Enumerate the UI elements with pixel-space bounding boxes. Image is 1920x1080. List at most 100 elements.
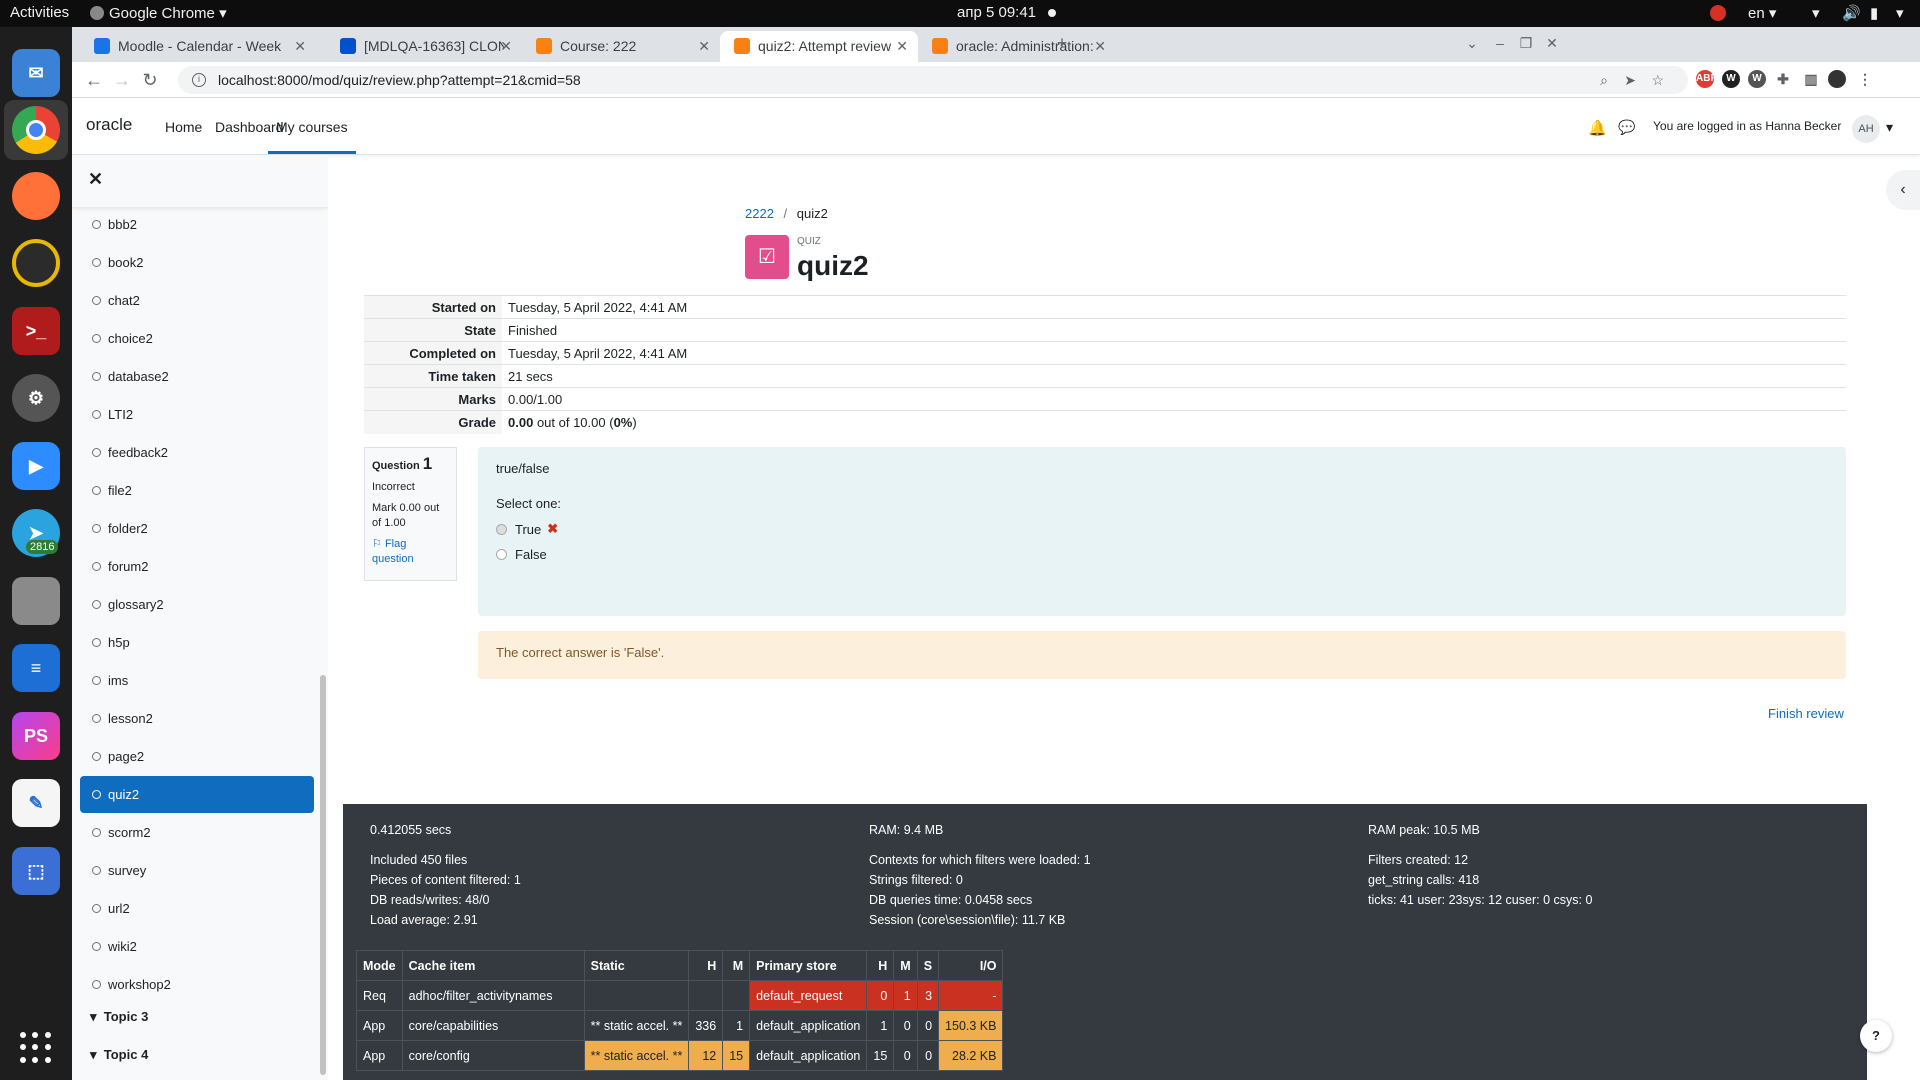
flag-question-link[interactable]: ⚐ Flag question — [372, 537, 449, 567]
close-tab-icon[interactable]: ✕ — [1094, 38, 1106, 55]
browser-tab-active[interactable]: quiz2: Attempt review ✕ — [720, 31, 918, 62]
language-selector[interactable]: en ▾ — [1748, 4, 1776, 22]
battery-icon[interactable]: ▮ — [1870, 4, 1878, 22]
show-applications-icon[interactable] — [20, 1032, 52, 1064]
reload-icon[interactable]: ↻ — [138, 68, 162, 92]
course-index-item-database2[interactable]: database2 — [80, 358, 314, 395]
terminal-icon[interactable]: >_ — [12, 307, 60, 355]
course-index-item-lti2[interactable]: LTI2 — [80, 396, 314, 433]
radio-true[interactable] — [496, 523, 507, 535]
nav-my-courses[interactable]: My courses — [268, 119, 356, 154]
send-icon[interactable]: ➤ — [1624, 66, 1636, 94]
course-index-item-ims[interactable]: ims — [80, 662, 314, 699]
site-info-icon[interactable]: i — [192, 73, 206, 87]
bookmark-star-icon[interactable]: ☆ — [1651, 66, 1664, 94]
perf-stat: 0.412055 secs — [370, 823, 452, 837]
course-index-item-quiz2[interactable]: quiz2 — [80, 776, 314, 813]
phpstorm-icon[interactable]: PS — [12, 712, 60, 760]
close-drawer-icon[interactable]: ✕ — [88, 169, 103, 190]
course-index-item-scorm2[interactable]: scorm2 — [80, 814, 314, 851]
course-index-item-forum2[interactable]: forum2 — [80, 548, 314, 585]
zoom-icon[interactable]: ▶ — [12, 442, 60, 490]
forward-icon[interactable]: → — [110, 68, 134, 92]
wordpress-icon[interactable]: W — [1748, 70, 1766, 88]
maximize-icon[interactable]: ❐ — [1514, 31, 1538, 55]
summary-label: Grade — [364, 410, 502, 434]
close-tab-icon[interactable]: ✕ — [896, 38, 908, 55]
extension-w-icon[interactable]: W — [1722, 70, 1740, 88]
performance-info-footer: 0.412055 secs Included 450 files Pieces of… — [343, 804, 1867, 1080]
course-index-item-url2[interactable]: url2 — [80, 890, 314, 927]
course-index-item-survey[interactable]: survey — [80, 852, 314, 889]
back-icon[interactable]: ← — [82, 68, 106, 92]
browser-tab[interactable]: Course: 222 ✕ — [522, 31, 720, 62]
course-index-item-folder2[interactable]: folder2 — [80, 510, 314, 547]
chrome-indicator-icon[interactable] — [1710, 5, 1726, 21]
course-index-item-lesson2[interactable]: lesson2 — [80, 700, 314, 737]
zoom-lens-icon[interactable]: ⌕ — [1600, 66, 1608, 94]
settings-icon[interactable]: ⚙ — [12, 374, 60, 422]
messages-icon[interactable]: 💬 — [1618, 119, 1635, 136]
rhythmbox-icon[interactable] — [12, 239, 60, 287]
notifications-bell-icon[interactable]: 🔔 — [1588, 119, 1607, 137]
help-button[interactable]: ? — [1860, 1020, 1892, 1052]
course-index-item-feedback2[interactable]: feedback2 — [80, 434, 314, 471]
close-tab-icon[interactable]: ✕ — [294, 38, 306, 55]
clock[interactable]: апр 5 09:41 — [957, 4, 1036, 21]
section-topic-3[interactable]: ▾ Topic 3 — [90, 1009, 148, 1025]
cache-table-cell — [722, 980, 751, 1011]
app-menu[interactable]: Google Chrome ▾ — [90, 4, 227, 22]
chrome-dock-item[interactable] — [4, 100, 68, 160]
volume-icon[interactable]: 🔊 — [1842, 4, 1861, 22]
site-name[interactable]: oracle — [86, 115, 132, 135]
completion-circle-icon — [92, 676, 101, 685]
wifi-icon[interactable]: ▾ — [1812, 4, 1820, 22]
adblock-icon[interactable]: ABP — [1696, 70, 1717, 88]
mail-icon[interactable]: ✉ — [12, 49, 60, 97]
browser-menu-icon[interactable]: ⋮ — [1856, 70, 1874, 88]
tab-search-icon[interactable]: ⌄ — [1460, 31, 1484, 55]
course-index-item-chat2[interactable]: chat2 — [80, 282, 314, 319]
course-index-item-glossary2[interactable]: glossary2 — [80, 586, 314, 623]
close-tab-icon[interactable]: ✕ — [698, 38, 710, 55]
completion-circle-icon — [92, 714, 101, 723]
close-tab-icon[interactable]: ✕ — [500, 38, 512, 55]
user-menu-caret-icon[interactable]: ▾ — [1886, 119, 1893, 136]
screenshot-icon[interactable]: ⬚ — [12, 847, 60, 895]
course-index-item-h5p[interactable]: h5p — [80, 624, 314, 661]
browser-tab[interactable]: [MDLQA-16363] CLONE - L✕ — [326, 31, 522, 62]
activities-button[interactable]: Activities — [10, 4, 69, 21]
extensions-puzzle-icon[interactable]: ✚ — [1774, 70, 1792, 88]
open-block-drawer-chevron-icon[interactable]: ‹ — [1886, 170, 1920, 210]
breadcrumb: 2222 / quiz2 — [745, 206, 828, 221]
finish-review-link[interactable]: Finish review — [1768, 706, 1844, 721]
course-index-item-page2[interactable]: page2 — [80, 738, 314, 775]
course-index-item-book2[interactable]: book2 — [80, 244, 314, 281]
libreoffice-writer-icon[interactable]: ≡ — [12, 644, 60, 692]
perf-stat: Pieces of content filtered: 1 — [370, 873, 521, 887]
address-bar[interactable]: i localhost:8000/mod/quiz/review.php?att… — [178, 66, 1688, 94]
minimize-icon[interactable]: – — [1488, 31, 1512, 55]
course-index-item-file2[interactable]: file2 — [80, 472, 314, 509]
breadcrumb-course-link[interactable]: 2222 — [745, 206, 774, 221]
files-icon[interactable] — [12, 577, 60, 625]
text-editor-icon[interactable]: ✎ — [12, 779, 60, 827]
nav-home[interactable]: Home — [165, 119, 202, 135]
browser-tab[interactable]: oracle: Administration: N ✕ — [918, 31, 1116, 62]
section-topic-4[interactable]: ▾ Topic 4 — [90, 1047, 148, 1063]
close-window-icon[interactable]: ✕ — [1540, 31, 1564, 55]
telegram-badge: 2816 — [26, 540, 59, 554]
drawer-scrollbar[interactable] — [320, 675, 326, 1075]
side-panel-icon[interactable]: ▥ — [1802, 70, 1820, 88]
course-index-item-choice2[interactable]: choice2 — [80, 320, 314, 357]
browser-tab[interactable]: Moodle - Calendar - Week ✕ — [80, 31, 316, 62]
avatar[interactable]: AH — [1852, 115, 1880, 143]
course-index-item-wiki2[interactable]: wiki2 — [80, 928, 314, 965]
profile-avatar-icon[interactable] — [1828, 70, 1846, 88]
new-tab-icon[interactable]: + — [1050, 31, 1074, 55]
course-index-item-bbb2[interactable]: bbb2 — [80, 206, 314, 243]
system-menu-caret-icon[interactable]: ▾ — [1896, 4, 1904, 22]
firefox-icon[interactable] — [12, 172, 60, 220]
course-index-item-workshop2[interactable]: workshop2 — [80, 966, 314, 1003]
radio-false[interactable] — [496, 549, 507, 560]
